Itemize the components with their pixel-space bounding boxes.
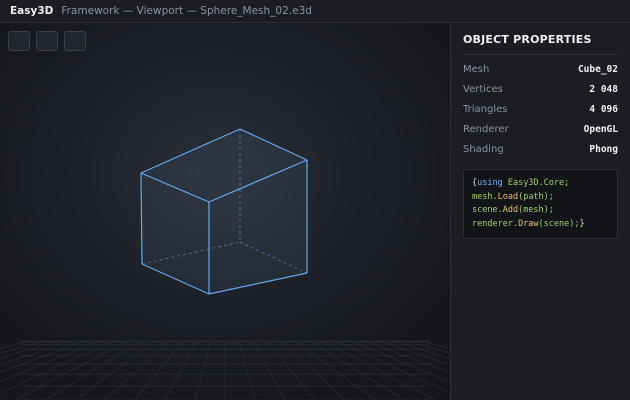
grid-line: [164, 340, 198, 400]
code-token: (mesh);: [518, 205, 554, 215]
properties-panel: OBJECT PROPERTIES Mesh Cube_02 Vertices …: [450, 23, 630, 400]
code-snippet: {using Easy3D.Core; mesh.Load(path); scene…: [463, 169, 618, 239]
code-token: mesh.: [472, 191, 498, 202]
tool-icon-3[interactable]: [64, 31, 86, 51]
prop-row-vertices: Vertices 2 048: [463, 79, 618, 99]
prop-label: Triangles: [463, 103, 508, 115]
code-token: (scene);: [538, 218, 580, 229]
grid-line: [14, 340, 128, 400]
viewport-scene[interactable]: [0, 23, 450, 400]
window-path: Framework — Viewport — Sphere_Mesh_02.e3…: [61, 5, 312, 17]
code-token: Easy3D.Core;: [502, 178, 570, 188]
prop-label: Vertices: [463, 83, 503, 95]
grid-line: [194, 340, 212, 400]
title-bar: Easy3D Framework — Viewport — Sphere_Mes…: [0, 0, 630, 23]
tool-icon-1[interactable]: [8, 31, 30, 51]
app-name: Easy3D: [10, 5, 54, 17]
grid-line: [322, 340, 436, 400]
prop-value: Cube_02: [577, 63, 618, 75]
code-line: {using Easy3D.Core;: [472, 177, 609, 191]
grid-line: [0, 340, 114, 394]
code-token: Draw: [518, 218, 539, 229]
grid-line: [252, 340, 286, 400]
prop-row-shading: Shading Phong: [463, 139, 618, 159]
viewport-toolbar: [8, 31, 86, 51]
grid-line: [0, 340, 44, 354]
grid-line: [238, 340, 256, 400]
prop-row-mesh: Mesh Cube_02: [463, 59, 618, 79]
prop-label: Renderer: [463, 123, 509, 135]
tool-icon-2[interactable]: [36, 31, 58, 51]
code-token: renderer.: [472, 218, 519, 229]
code-line: renderer.Draw(scene);}: [472, 218, 609, 232]
prop-row-triangles: Triangles 4 096: [463, 99, 618, 119]
cube-wireframe[interactable]: [140, 128, 308, 295]
grid-line: [406, 340, 450, 354]
viewport[interactable]: [0, 23, 450, 400]
code-token: Load: [497, 191, 519, 202]
grid-line: [336, 340, 450, 394]
prop-value: OpenGL: [583, 123, 618, 135]
code-token: (path);: [518, 191, 554, 202]
panel-title: OBJECT PROPERTIES: [463, 33, 618, 55]
prop-label: Shading: [463, 143, 504, 155]
prop-row-renderer: Renderer OpenGL: [463, 119, 618, 139]
code-token: Add: [502, 205, 519, 215]
prop-value: Phong: [589, 143, 618, 155]
code-line: mesh.Load(path);: [472, 191, 609, 205]
code-line: scene.Add(mesh);: [472, 204, 609, 218]
code-token: scene.: [472, 205, 503, 215]
floor-grid: [0, 340, 450, 400]
prop-label: Mesh: [463, 63, 490, 75]
prop-value: 2 048: [589, 83, 618, 95]
code-token: using: [477, 178, 503, 188]
prop-value: 4 096: [589, 103, 618, 115]
code-token: }: [579, 218, 585, 229]
